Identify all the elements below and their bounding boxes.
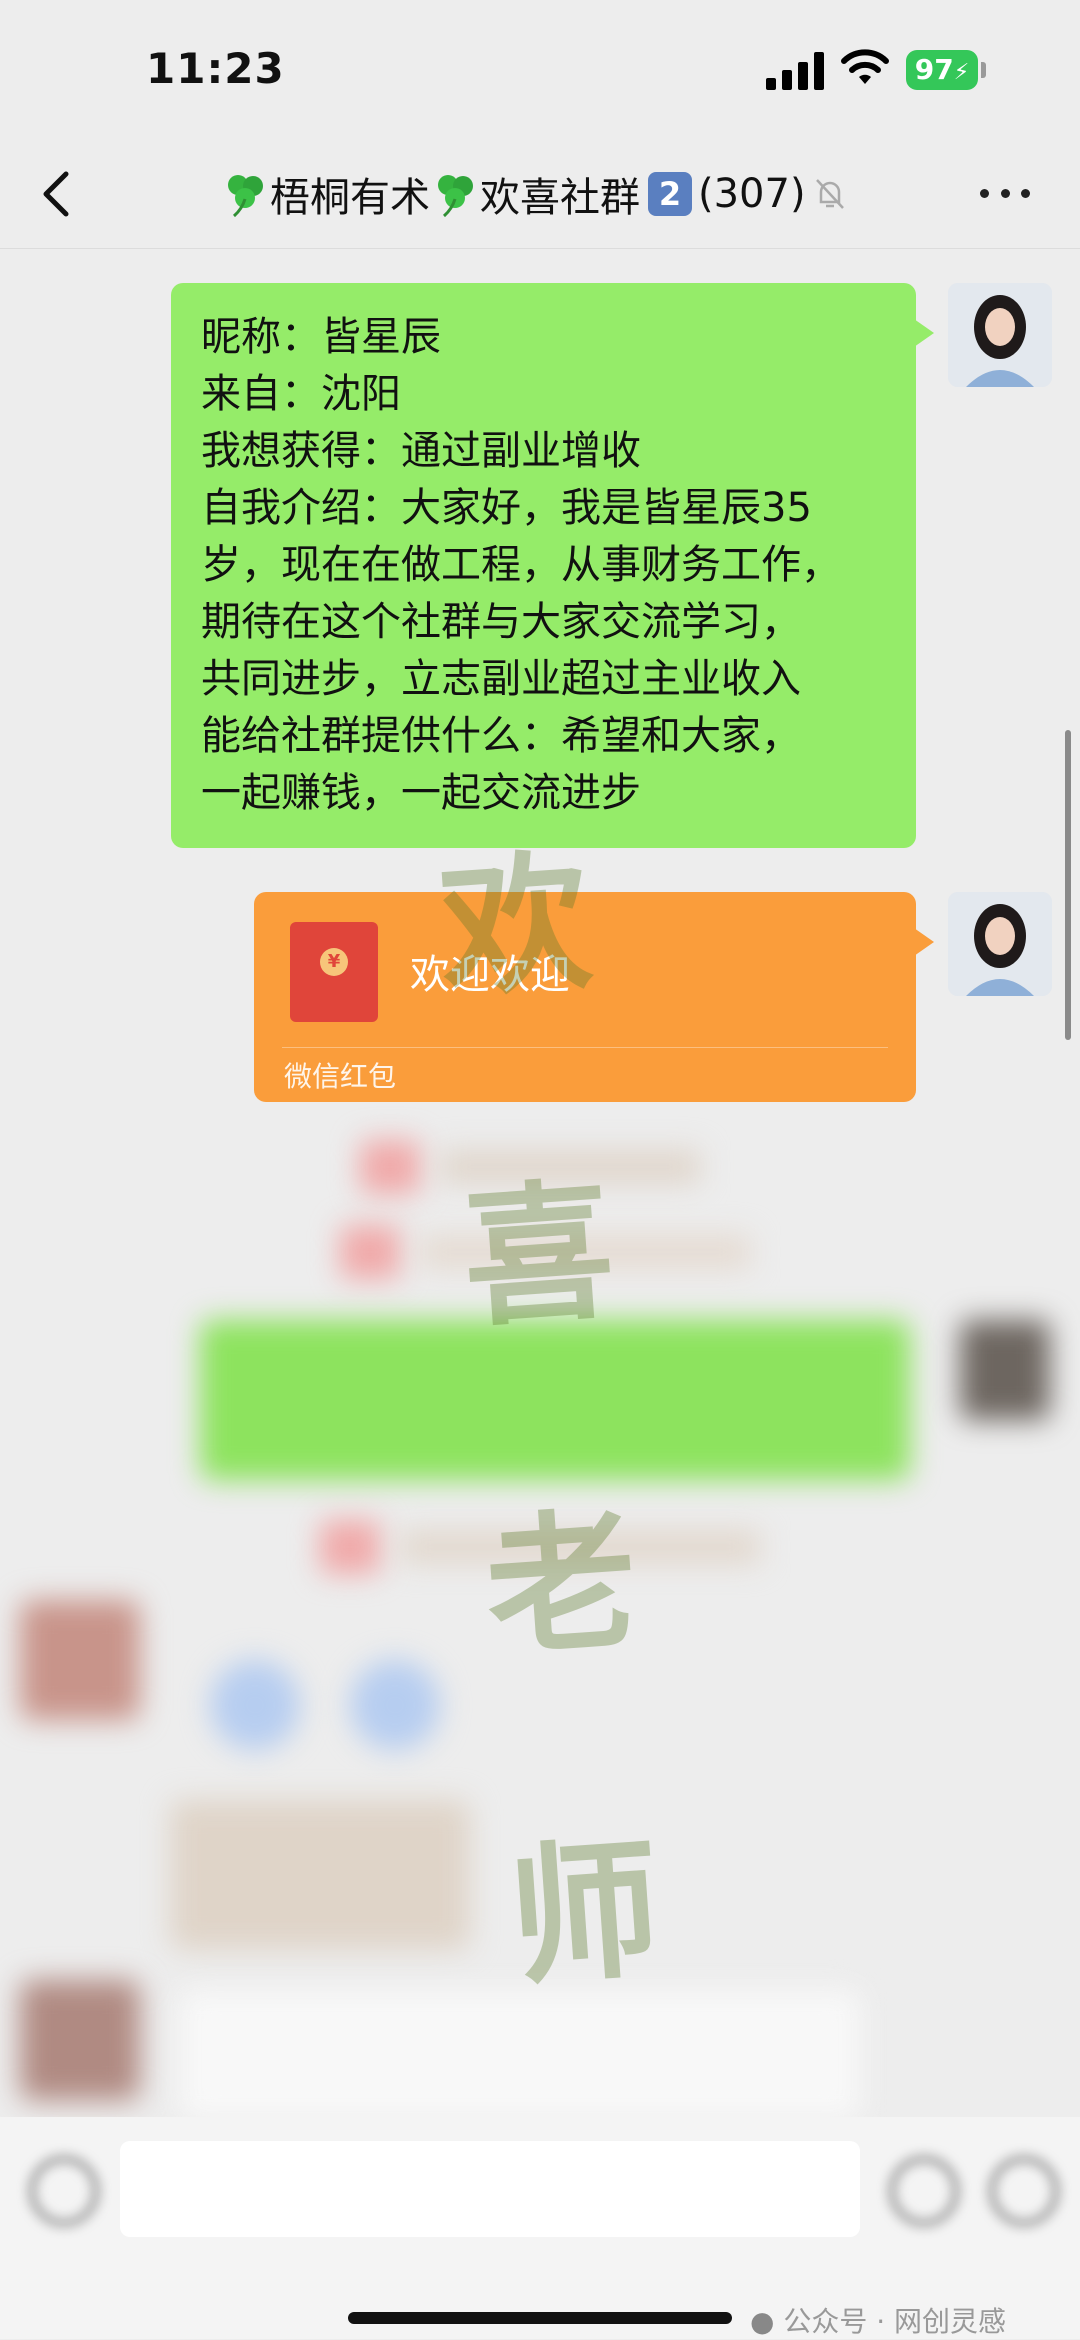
back-icon[interactable] bbox=[30, 160, 90, 228]
blurred-content bbox=[320, 1520, 380, 1574]
group-name-suffix: 欢喜社群 bbox=[480, 175, 640, 221]
message-line: 岁，现在在做工程，从事财务工作， bbox=[201, 542, 841, 588]
message-line: 共同进步，立志副业超过主业收入 bbox=[201, 656, 801, 702]
emoji-icon[interactable] bbox=[890, 2157, 958, 2225]
wifi-icon bbox=[841, 49, 889, 84]
watermark-char: 欢 bbox=[434, 833, 597, 1020]
battery-level: 97 bbox=[914, 53, 954, 86]
wechat-icon: ● bbox=[750, 2305, 775, 2338]
footer-credit: ● 公众号 · 网创灵感 bbox=[750, 2300, 1006, 2340]
watermark-char: 老 bbox=[480, 1491, 643, 1678]
home-indicator[interactable] bbox=[348, 2312, 732, 2324]
group-number-badge: 2 bbox=[648, 172, 692, 216]
blurred-avatar bbox=[20, 1600, 140, 1720]
blurred-avatar bbox=[20, 1980, 140, 2100]
dot bbox=[1000, 188, 1010, 198]
footer-credit-text: 公众号 · 网创灵感 bbox=[783, 2305, 1007, 2338]
message-line: 期待在这个社群与大家交流学习， bbox=[201, 599, 801, 645]
watermark-char: 喜 bbox=[457, 1162, 620, 1349]
blurred-content bbox=[210, 1660, 300, 1750]
sender-avatar[interactable] bbox=[948, 892, 1052, 996]
mute-bell-icon bbox=[815, 179, 844, 209]
plus-icon[interactable] bbox=[990, 2157, 1058, 2225]
voice-icon[interactable] bbox=[30, 2157, 98, 2225]
sender-avatar[interactable] bbox=[948, 283, 1052, 387]
dot bbox=[980, 188, 989, 198]
message-input[interactable] bbox=[120, 2141, 860, 2237]
battery-tip bbox=[981, 62, 986, 78]
blurred-content bbox=[350, 1660, 440, 1750]
chat-nav-bar: 梧桐有术 欢喜社群 2 (307) bbox=[0, 140, 1080, 249]
blurred-content bbox=[340, 1225, 400, 1279]
member-count: (307) bbox=[698, 171, 806, 217]
yuan-coin-icon: ¥ bbox=[320, 948, 348, 976]
clover-icon bbox=[228, 175, 263, 218]
watermark-char: 师 bbox=[503, 1820, 666, 2007]
more-options-button[interactable] bbox=[980, 178, 1030, 208]
clover-icon bbox=[438, 175, 473, 218]
cellular-signal-icon bbox=[766, 52, 824, 90]
message-line: 来自：沈阳 bbox=[201, 371, 401, 417]
message-line: 自我介绍：大家好，我是皆星辰35 bbox=[201, 485, 812, 531]
scrollbar[interactable] bbox=[1065, 730, 1071, 1040]
avatar-photo bbox=[948, 892, 1052, 996]
message-line: 我想获得：通过副业增收 bbox=[201, 428, 641, 474]
blurred-avatar bbox=[960, 1320, 1050, 1420]
message-line: 能给社群提供什么：希望和大家， bbox=[201, 713, 801, 759]
battery-indicator: 97⚡ bbox=[906, 50, 978, 90]
dot bbox=[1021, 188, 1030, 198]
red-packet-label: 微信红包 bbox=[284, 1060, 397, 1093]
status-time: 11:23 bbox=[146, 44, 285, 93]
group-name: 梧桐有术 bbox=[270, 175, 430, 221]
charging-bolt-icon: ⚡ bbox=[953, 60, 970, 85]
avatar-photo bbox=[948, 283, 1052, 387]
message-line: 昵称：皆星辰 bbox=[201, 314, 441, 360]
red-envelope-icon: ¥ bbox=[290, 922, 378, 1022]
chat-title[interactable]: 梧桐有术 欢喜社群 2 (307) bbox=[220, 162, 910, 226]
status-bar: 11:23 97⚡ bbox=[0, 0, 1080, 140]
blurred-content bbox=[170, 1800, 470, 1950]
